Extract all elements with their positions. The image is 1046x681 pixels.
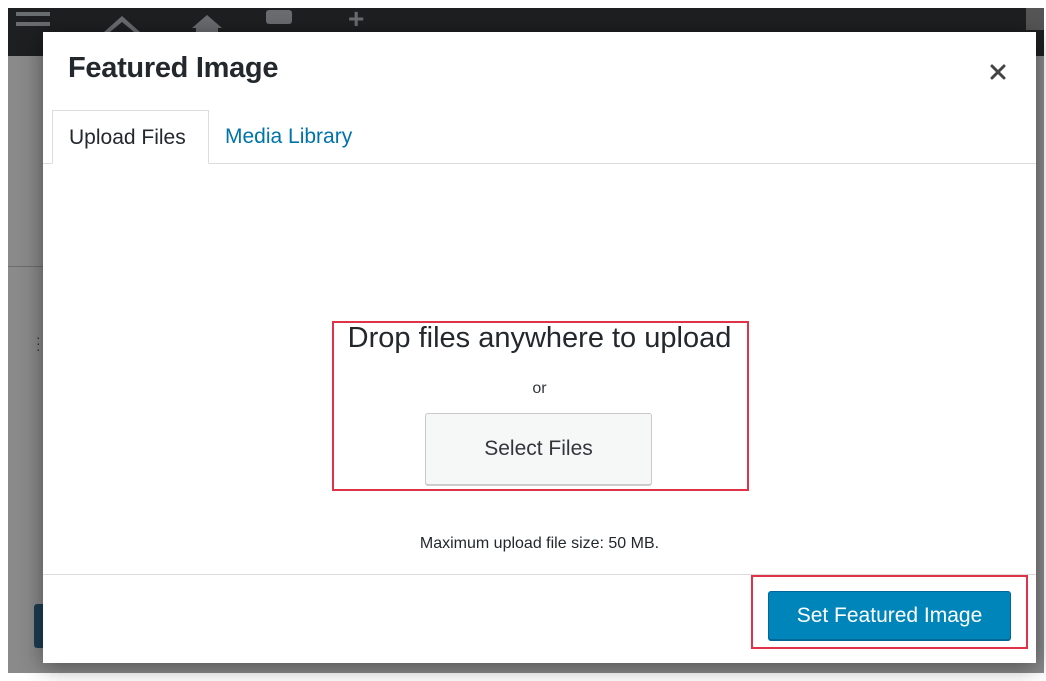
set-featured-image-button[interactable]: Set Featured Image <box>768 591 1011 640</box>
new-content-icon: + <box>348 8 365 34</box>
tab-upload-files[interactable]: Upload Files <box>52 110 209 164</box>
modal-tabs: Upload Files Media Library <box>43 110 1036 164</box>
close-icon <box>990 64 1006 80</box>
modal-footer: Set Featured Image <box>43 574 1036 663</box>
max-upload-size-text: Maximum upload file size: 50 MB. <box>419 535 660 552</box>
avatar <box>1026 8 1044 30</box>
or-text: or <box>532 380 547 397</box>
select-files-button[interactable]: Select Files <box>425 413 652 485</box>
featured-image-modal: Featured Image Upload Files Media Librar… <box>43 32 1036 663</box>
background-divider <box>8 266 44 267</box>
comment-icon <box>266 10 292 24</box>
tab-media-library[interactable]: Media Library <box>209 110 368 163</box>
drag-handle-icon: · · · <box>36 329 41 357</box>
modal-title: Featured Image <box>68 52 279 84</box>
menu-icon <box>16 12 50 32</box>
close-button[interactable] <box>984 58 1012 86</box>
drop-files-text: Drop files anywhere to upload <box>347 322 732 354</box>
